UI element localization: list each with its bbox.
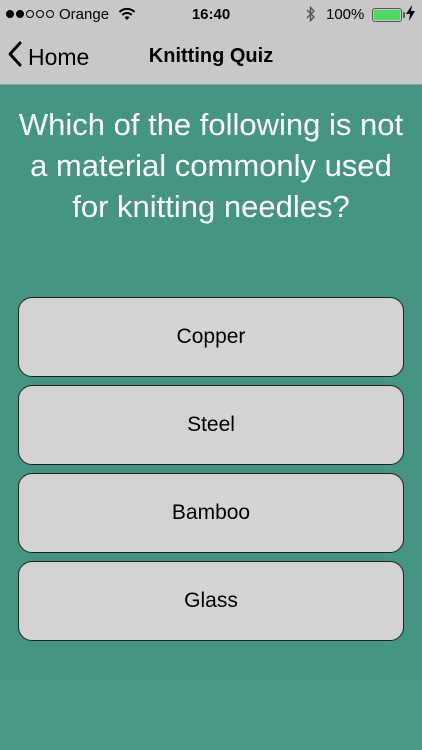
page-title: Knitting Quiz bbox=[0, 45, 422, 68]
status-bar: Orange 16:40 100% bbox=[0, 0, 422, 30]
top-bar: Orange 16:40 100% Home Knitting Quiz bbox=[0, 0, 422, 85]
battery-nub bbox=[403, 12, 405, 18]
bluetooth-icon bbox=[306, 5, 316, 27]
charging-bolt-icon bbox=[406, 5, 415, 25]
answer-button-1[interactable]: Copper bbox=[18, 297, 404, 377]
question-text: Which of the following is not a material… bbox=[18, 107, 404, 224]
battery-icon bbox=[372, 8, 405, 22]
answer-button-4[interactable]: Glass bbox=[18, 561, 404, 641]
battery-percent: 100% bbox=[326, 6, 365, 23]
footer-band bbox=[0, 680, 422, 750]
answer-list: Copper Steel Bamboo Glass bbox=[18, 297, 404, 649]
page-title-text: Knitting Quiz bbox=[148, 45, 274, 67]
navigation-bar: Home Knitting Quiz bbox=[0, 30, 422, 85]
battery-fill bbox=[374, 10, 400, 20]
answer-button-2[interactable]: Steel bbox=[18, 385, 404, 465]
answer-button-3[interactable]: Bamboo bbox=[18, 473, 404, 553]
